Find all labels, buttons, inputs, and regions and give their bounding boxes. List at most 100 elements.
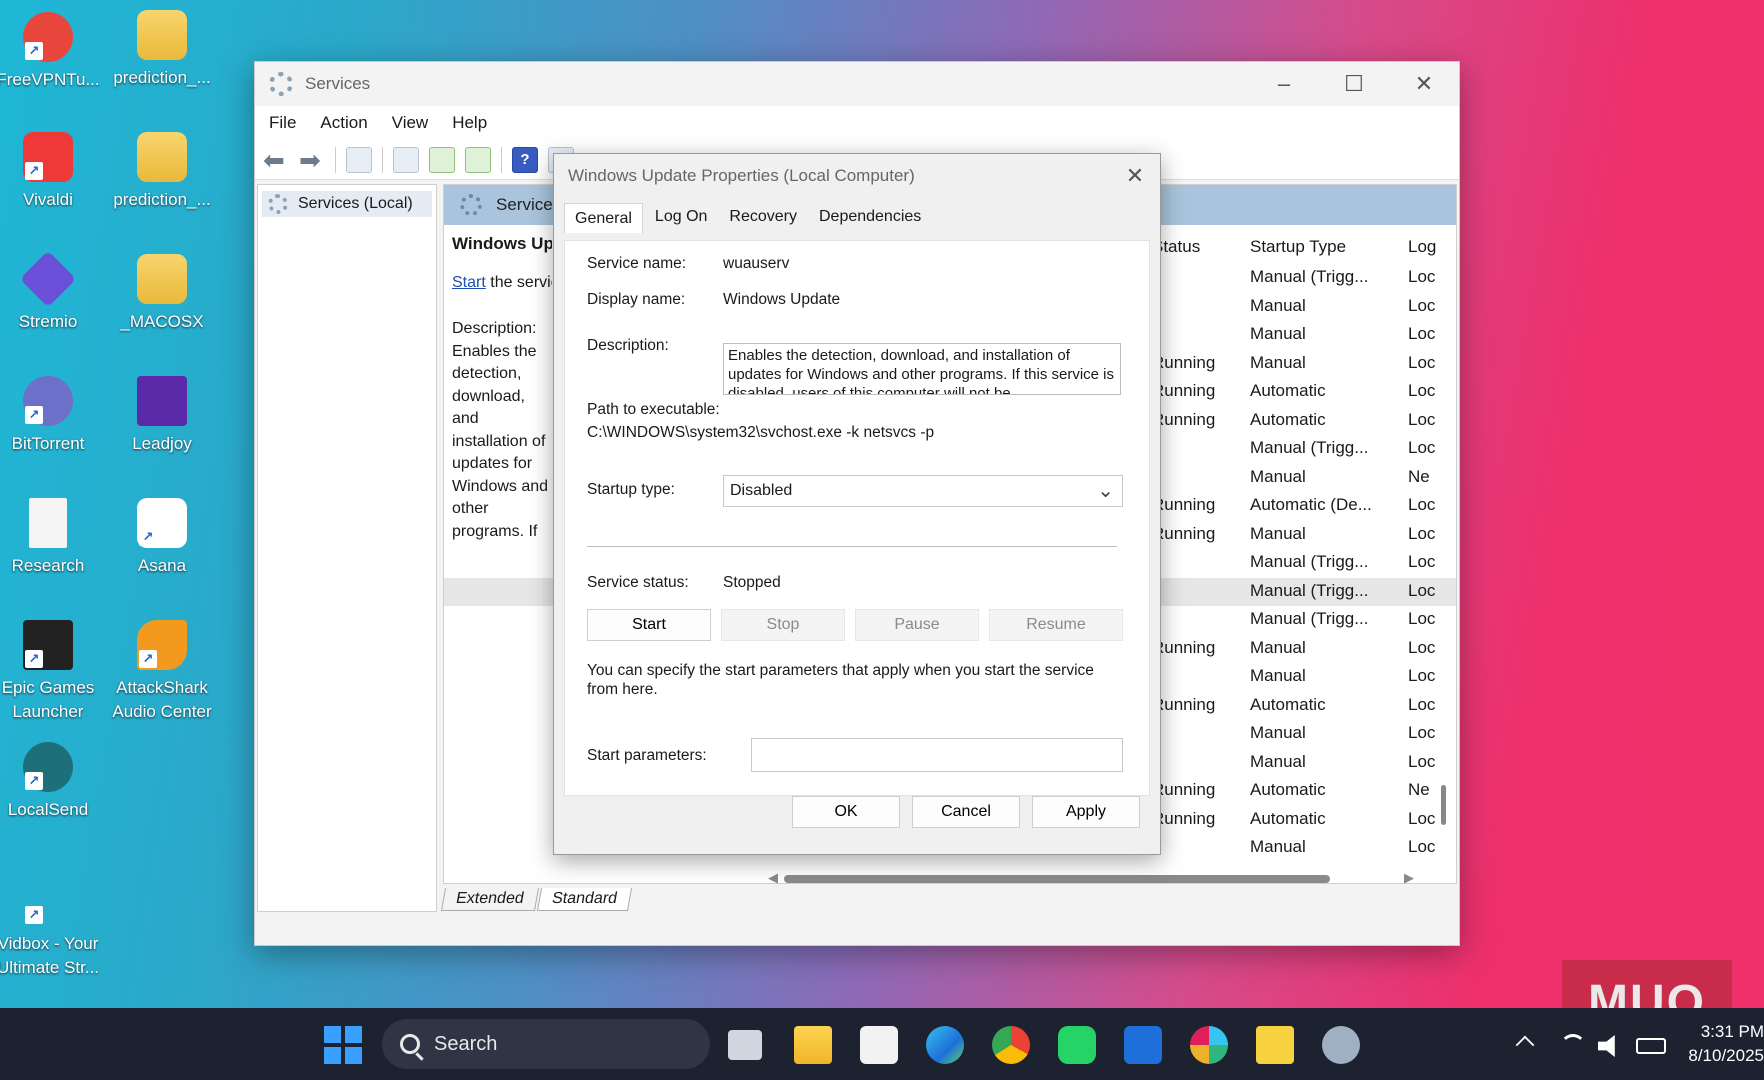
export-list-icon[interactable]	[465, 146, 491, 173]
chevron-up-icon[interactable]	[1515, 1035, 1535, 1055]
startup-type-cell: Manual (Trigg...	[1250, 580, 1369, 600]
maximize-button[interactable]: ☐	[1319, 71, 1389, 97]
log-on-cell: Ne	[1408, 780, 1430, 799]
menu-action[interactable]: Action	[320, 113, 367, 133]
resume-button[interactable]: Resume	[989, 609, 1123, 641]
column-log-on[interactable]: Log	[1408, 237, 1436, 257]
vertical-scrollbar[interactable]	[1441, 785, 1446, 825]
pane-header-title: Services	[496, 195, 562, 214]
status-cell: Running	[1152, 352, 1216, 372]
scroll-right-icon[interactable]: ▶	[1404, 870, 1414, 886]
task-view-icon[interactable]	[728, 1030, 762, 1060]
sticky-notes-icon[interactable]	[1256, 1026, 1294, 1064]
desktop-icon-localsend[interactable]: ↗ LocalSend	[0, 742, 102, 822]
divider	[587, 546, 1117, 547]
tab-extended[interactable]: Extended	[440, 888, 539, 911]
whatsapp-icon[interactable]	[1058, 1026, 1096, 1064]
services-gear-icon	[269, 72, 293, 96]
clock-date: 8/10/2025	[1688, 1046, 1764, 1065]
services-taskbar-gear-icon[interactable]	[1322, 1026, 1360, 1064]
status-cell: Running	[1152, 381, 1216, 400]
startup-type-label: Startup type:	[587, 481, 675, 498]
close-button[interactable]: ✕	[1389, 71, 1459, 97]
asana-icon: ↗	[137, 498, 187, 548]
taskbar-clock[interactable]: 3:31 PM 8/10/2025	[1686, 1020, 1764, 1068]
desktop-icon-asana[interactable]: ↗ Asana	[108, 498, 216, 578]
tab-log-on[interactable]: Log On	[645, 202, 717, 232]
show-hide-tree-icon[interactable]	[346, 146, 372, 173]
log-on-cell: Loc	[1408, 580, 1436, 600]
startup-type-cell: Manual (Trigg...	[1250, 438, 1369, 457]
desktop-icon-attackshark[interactable]: ↗ AttackShark Audio Center	[108, 620, 216, 724]
startup-type-cell: Manual (Trigg...	[1250, 552, 1369, 571]
log-on-cell: Loc	[1408, 267, 1436, 286]
volume-icon[interactable]	[1598, 1035, 1615, 1057]
tab-standard[interactable]: Standard	[536, 888, 632, 911]
wifi-icon[interactable]	[1560, 1034, 1586, 1060]
ok-button[interactable]: OK	[792, 796, 900, 828]
folder-icon	[137, 254, 187, 304]
slack-icon[interactable]	[1190, 1026, 1228, 1064]
tree-item-services-local[interactable]: Services (Local)	[262, 191, 432, 217]
start-params-input[interactable]	[751, 738, 1123, 772]
desktop-icon-macosx[interactable]: _MACOSX	[108, 254, 216, 334]
start-button[interactable]: Start	[587, 609, 711, 641]
column-startup-type[interactable]: Startup Type	[1250, 237, 1346, 257]
service-status-value: Stopped	[723, 574, 781, 591]
help-icon[interactable]: ?	[512, 146, 538, 173]
windows-start-icon[interactable]	[324, 1026, 362, 1064]
log-on-cell: Loc	[1408, 495, 1436, 514]
desktop-icon-stremio[interactable]: Stremio	[0, 250, 102, 334]
back-arrow-icon[interactable]: ⬅	[263, 147, 289, 173]
forward-arrow-icon[interactable]: ➡	[299, 147, 325, 173]
properties-dialog: Windows Update Properties (Local Compute…	[553, 153, 1161, 855]
desktop-icon-research[interactable]: Research	[0, 498, 102, 578]
microsoft-store-icon[interactable]	[860, 1026, 898, 1064]
dialog-close-icon[interactable]: ✕	[1110, 163, 1160, 189]
menu-file[interactable]: File	[269, 113, 296, 133]
properties-icon[interactable]	[393, 146, 419, 173]
refresh-icon[interactable]	[429, 146, 455, 173]
tab-dependencies[interactable]: Dependencies	[809, 202, 931, 232]
shortcut-icon: ↗	[23, 876, 73, 926]
trello-icon[interactable]	[1124, 1026, 1162, 1064]
desktop-icon-leadjoy[interactable]: Leadjoy	[108, 376, 216, 456]
menu-help[interactable]: Help	[452, 113, 487, 133]
scroll-left-icon[interactable]: ◀	[768, 870, 778, 886]
taskbar-search[interactable]: Search	[382, 1019, 710, 1069]
apply-button[interactable]: Apply	[1032, 796, 1140, 828]
desktop-icon-bittorrent[interactable]: ↗ BitTorrent	[0, 376, 102, 456]
cancel-button[interactable]: Cancel	[912, 796, 1020, 828]
menu-view[interactable]: View	[392, 113, 429, 133]
chrome-icon[interactable]	[992, 1026, 1030, 1064]
service-name-label: Service name:	[587, 255, 687, 272]
startup-type-select[interactable]: Disabled ⌄	[723, 475, 1123, 507]
startup-type-cell: Manual	[1250, 666, 1306, 685]
minimize-button[interactable]: –	[1249, 71, 1319, 97]
tab-recovery[interactable]: Recovery	[719, 202, 807, 232]
desktop-icon-epic-games[interactable]: ↗ Epic Games Launcher	[0, 620, 102, 724]
pause-button[interactable]: Pause	[855, 609, 979, 641]
path-label: Path to executable:	[587, 401, 720, 418]
horizontal-scroll-thumb[interactable]	[784, 875, 1330, 883]
stop-button[interactable]: Stop	[721, 609, 845, 641]
desktop-icon-vivaldi[interactable]: ↗ Vivaldi	[0, 132, 102, 212]
service-name-value: wuauserv	[723, 255, 790, 272]
tab-general[interactable]: General	[564, 203, 643, 233]
edge-icon[interactable]	[926, 1026, 964, 1064]
desktop-icon-freevpn[interactable]: ↗ FreeVPNTu...	[0, 12, 102, 92]
display-name-label: Display name:	[587, 291, 686, 308]
services-titlebar[interactable]: Services – ☐ ✕	[255, 62, 1459, 106]
desktop-icon-prediction-2[interactable]: prediction_...	[108, 132, 216, 212]
description-box[interactable]: Enables the detection, download, and ins…	[723, 343, 1121, 395]
log-on-cell: Loc	[1408, 409, 1436, 429]
file-explorer-icon[interactable]	[794, 1026, 832, 1064]
log-on-cell: Loc	[1408, 552, 1436, 571]
battery-icon[interactable]	[1636, 1038, 1666, 1054]
horizontal-scrollbar[interactable]: ◀ ▶	[768, 870, 1416, 886]
desktop-icon-prediction-1[interactable]: prediction_...	[108, 10, 216, 90]
status-cell: Running	[1152, 694, 1216, 714]
attackshark-icon: ↗	[137, 620, 187, 670]
desktop-icon-vidbox[interactable]: ↗ Vidbox - Your Ultimate Str...	[0, 876, 102, 980]
dialog-titlebar[interactable]: Windows Update Properties (Local Compute…	[554, 154, 1160, 198]
